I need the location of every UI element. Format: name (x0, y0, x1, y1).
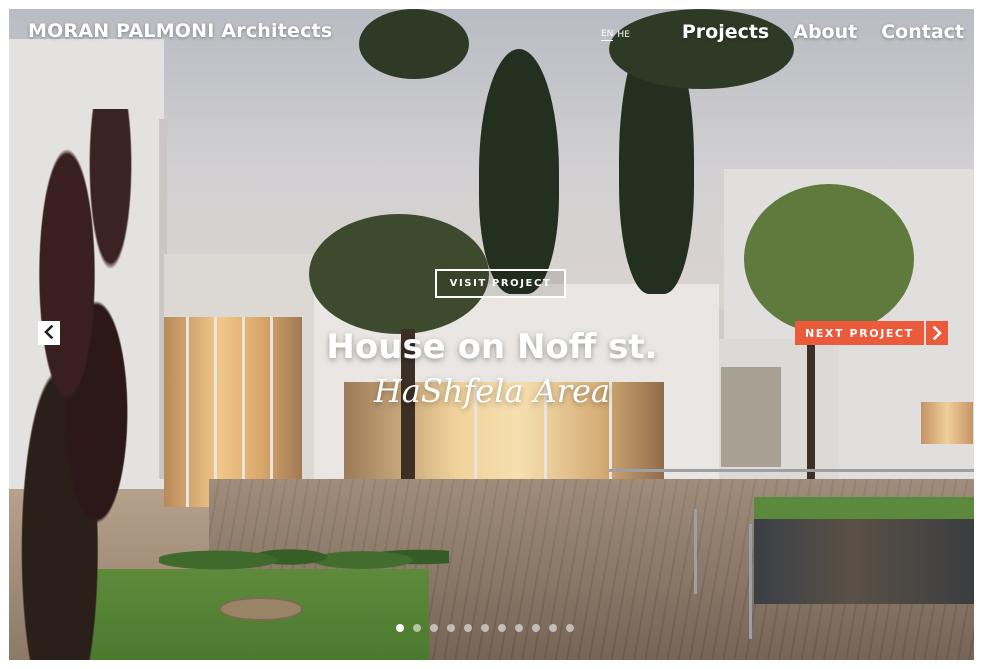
pool (754, 519, 974, 604)
main-nav: Projects About Contact (682, 21, 964, 43)
next-project-label[interactable]: NEXT PROJECT (795, 321, 924, 345)
cypress-tree (479, 49, 559, 294)
pool-railing-post (694, 509, 697, 594)
slider-dot[interactable] (413, 624, 421, 632)
visit-project-button[interactable]: VISIT PROJECT (435, 269, 566, 298)
slider-dot[interactable] (447, 624, 455, 632)
manhole-cover (219, 597, 303, 621)
lang-he[interactable]: HE (617, 30, 629, 40)
previous-project-button[interactable] (38, 321, 60, 345)
pool-railing (609, 469, 974, 472)
language-switcher: EN HE (601, 29, 630, 41)
lang-en[interactable]: EN (601, 29, 614, 41)
shrubs (159, 524, 449, 584)
project-location: HaShfela Area (373, 372, 611, 410)
slider-dot[interactable] (481, 624, 489, 632)
brand-logo[interactable]: MORAN PALMONI Architects (28, 20, 332, 42)
tree-canopy (359, 9, 469, 79)
slider-pagination (396, 624, 574, 632)
pool-railing-post (749, 524, 752, 639)
next-project-button[interactable]: NEXT PROJECT (795, 321, 948, 345)
slider-dot[interactable] (549, 624, 557, 632)
slider-dot[interactable] (532, 624, 540, 632)
chevron-right-icon[interactable] (925, 321, 948, 345)
slider-dot[interactable] (430, 624, 438, 632)
nav-about[interactable]: About (793, 21, 857, 43)
chevron-left-icon (43, 324, 55, 343)
slider-dot[interactable] (396, 624, 404, 632)
nav-contact[interactable]: Contact (881, 21, 964, 43)
nav-projects[interactable]: Projects (682, 21, 769, 43)
lawn-right (754, 497, 974, 519)
tree-canopy-right (744, 184, 914, 334)
slider-dot[interactable] (464, 624, 472, 632)
slider-dot[interactable] (498, 624, 506, 632)
slider-dot[interactable] (566, 624, 574, 632)
slider-dot[interactable] (515, 624, 523, 632)
